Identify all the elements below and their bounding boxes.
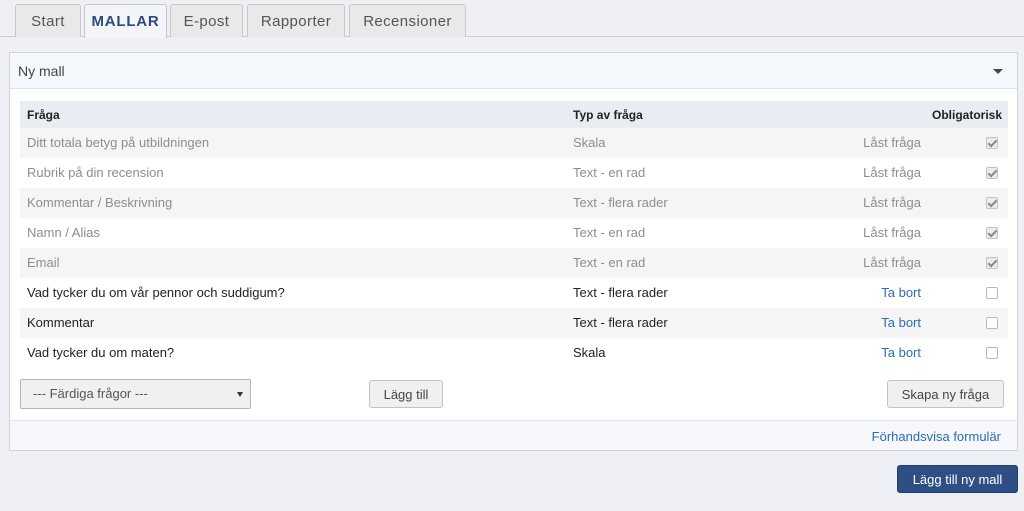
select-value: --- Färdiga frågor --- (33, 386, 148, 401)
required-checkbox (986, 227, 998, 239)
collapse-caret-icon[interactable] (993, 69, 1003, 74)
question-type: Text - flera rader (573, 285, 668, 300)
table-row: Namn / Alias Text - en rad Låst fråga (20, 218, 1008, 248)
column-header-type: Typ av fråga (573, 108, 643, 122)
question-text: Vad tycker du om maten? (27, 345, 175, 360)
table-row: Kommentar Text - flera rader Ta bort (20, 308, 1008, 338)
locked-label: Låst fråga (863, 195, 921, 210)
create-question-button[interactable]: Skapa ny fråga (887, 380, 1004, 408)
required-checkbox[interactable] (986, 317, 998, 329)
remove-question-link[interactable]: Ta bort (881, 315, 921, 330)
column-header-question: Fråga (27, 108, 60, 122)
table-row: Rubrik på din recension Text - en rad Lå… (20, 158, 1008, 188)
panel-header[interactable]: Ny mall (10, 53, 1017, 89)
question-text: Ditt totala betyg på utbildningen (27, 135, 210, 150)
question-type: Skala (573, 135, 606, 150)
tab-rapporter[interactable]: Rapporter (247, 4, 345, 37)
question-type: Text - en rad (573, 225, 646, 240)
question-text: Vad tycker du om vår pennor och suddigum… (27, 285, 285, 300)
required-checkbox (986, 257, 998, 269)
template-panel: Ny mall Fråga Typ av fråga Obligatorisk … (9, 52, 1018, 451)
predefined-questions-select[interactable]: --- Färdiga frågor --- (20, 379, 251, 409)
table-row: Email Text - en rad Låst fråga (20, 248, 1008, 278)
required-checkbox (986, 167, 998, 179)
panel-footer: Förhandsvisa formulär (10, 420, 1017, 450)
add-question-button[interactable]: Lägg till (369, 380, 443, 408)
table-row: Vad tycker du om maten? Skala Ta bort (20, 338, 1008, 368)
question-text: Email (27, 255, 60, 270)
required-checkbox (986, 197, 998, 209)
locked-label: Låst fråga (863, 255, 921, 270)
add-new-template-button[interactable]: Lägg till ny mall (897, 465, 1018, 493)
required-checkbox[interactable] (986, 347, 998, 359)
locked-label: Låst fråga (863, 165, 921, 180)
tab-e-post[interactable]: E-post (170, 4, 243, 37)
question-type: Text - en rad (573, 255, 646, 270)
question-type: Text - flera rader (573, 315, 668, 330)
table-row: Vad tycker du om vår pennor och suddigum… (20, 278, 1008, 308)
dropdown-arrow-icon (237, 392, 243, 397)
table-row: Kommentar / Beskrivning Text - flera rad… (20, 188, 1008, 218)
question-text: Kommentar / Beskrivning (27, 195, 173, 210)
question-type: Skala (573, 345, 606, 360)
tab-bar: Start MALLAR E-post Rapporter Recensione… (0, 0, 1024, 38)
tab-start[interactable]: Start (15, 4, 81, 37)
question-text: Namn / Alias (27, 225, 100, 240)
locked-label: Låst fråga (863, 225, 921, 240)
locked-label: Låst fråga (863, 135, 921, 150)
question-text: Kommentar (27, 315, 95, 330)
preview-form-link[interactable]: Förhandsvisa formulär (872, 429, 1001, 444)
question-type: Text - en rad (573, 165, 646, 180)
table-row: Ditt totala betyg på utbildningen Skala … (20, 128, 1008, 158)
tab-recensioner[interactable]: Recensioner (349, 4, 466, 37)
table-header: Fråga Typ av fråga Obligatorisk (20, 101, 1008, 128)
required-checkbox[interactable] (986, 287, 998, 299)
panel-title: Ny mall (18, 63, 65, 79)
column-header-required: Obligatorisk (931, 108, 1002, 122)
required-checkbox (986, 137, 998, 149)
remove-question-link[interactable]: Ta bort (881, 345, 921, 360)
tab-mallar[interactable]: MALLAR (84, 4, 167, 38)
remove-question-link[interactable]: Ta bort (881, 285, 921, 300)
question-text: Rubrik på din recension (27, 165, 164, 180)
question-type: Text - flera rader (573, 195, 668, 210)
